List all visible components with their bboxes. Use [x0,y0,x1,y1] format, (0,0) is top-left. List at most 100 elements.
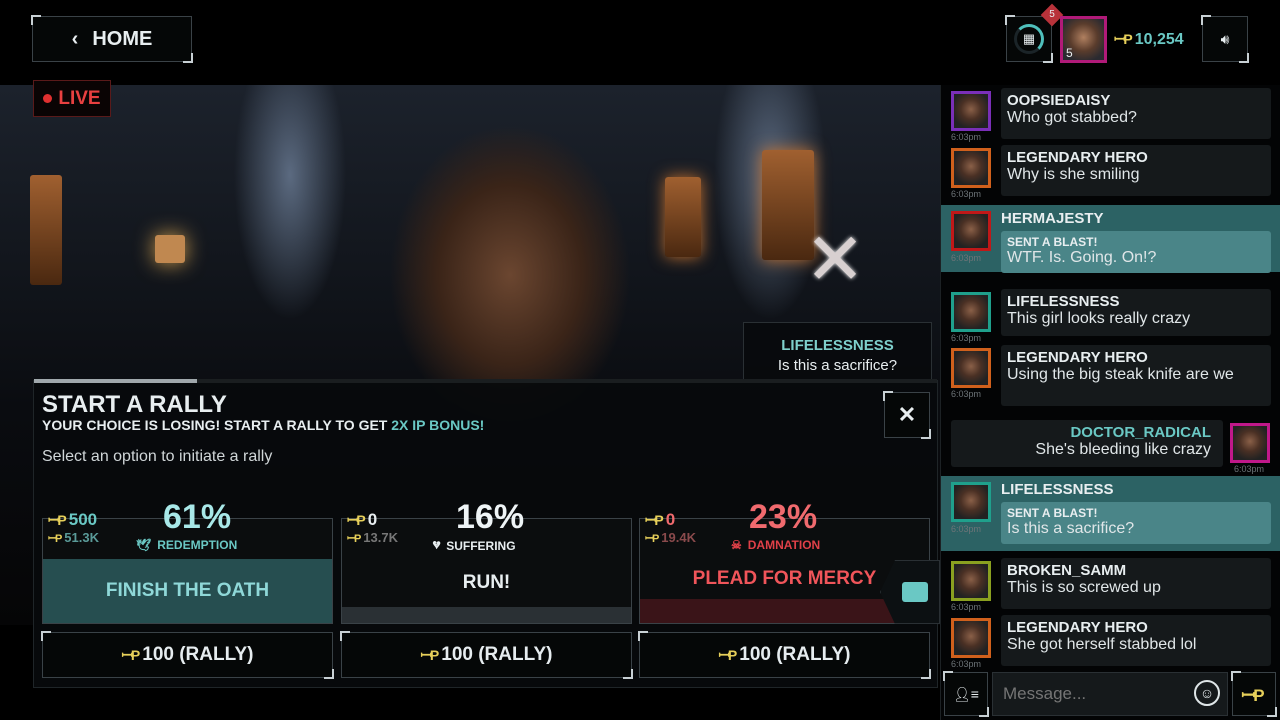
reaction-user: LIFELESSNESS [781,337,894,354]
chat-message: 6:03pm DOCTOR_RADICAL She's bleeding like … [941,418,1280,474]
user-avatar[interactable]: 5 [1060,16,1107,63]
message-time: 6:03pm [951,333,982,343]
option-percent: 23% [749,498,818,536]
ip-balance-value: 10,254 [1134,30,1184,48]
rally-instruction: Select an option to initiate a rally [42,448,273,465]
option-ip-total: 51.3K [64,530,99,545]
ip-icon: ꟷP [347,512,366,528]
ip-icon: ꟷP [645,533,659,545]
gift-icon: ▦ [1014,24,1044,54]
ip-balance: ꟷP 10,254 [1114,30,1184,49]
chat-avatar[interactable] [951,292,991,332]
message-time: 6:03pm [951,659,982,669]
message-time: 6:03pm [951,389,982,399]
chat-avatar[interactable] [951,148,991,188]
message-user: BROKEN_SAMM [1007,562,1127,579]
option-category: REDEMPTION [157,538,238,552]
chat-message: 6:03pm BROKEN_SAMM This is so screwed up [941,556,1280,613]
option-ip: 0 [665,510,676,529]
dove-icon: 🕊︎ [136,538,152,552]
rally-button[interactable]: ꟷP 100 (RALLY) [41,631,334,679]
rally-progress-bar [34,379,937,383]
option-label[interactable]: RUN! [342,559,631,623]
rally-button[interactable]: ꟷP 100 (RALLY) [638,631,931,679]
live-badge: LIVE [33,80,111,117]
chat-avatar[interactable] [951,482,991,522]
chat-message: 6:03pm HERMAJESTY SENT A BLAST! WTF. Is. G… [941,205,1280,273]
option-label[interactable]: FINISH THE OATH [43,559,332,623]
rally-button[interactable]: ꟷP 100 (RALLY) [340,631,633,679]
blast-label: SENT A BLAST! [1007,235,1098,249]
option-ip: 0 [367,510,378,529]
chat-avatar[interactable] [951,348,991,388]
live-label: LIVE [58,87,101,109]
ip-icon: ꟷP [1241,685,1264,705]
message-time: 6:03pm [951,602,982,612]
live-dot-icon [43,94,53,103]
message-user: LEGENDARY HERO [1007,149,1148,166]
message-text: She's bleeding like crazy [1035,441,1211,458]
close-icon: ✕ [897,402,917,427]
chat-message: 6:03pm LIFELESSNESS This girl looks really… [941,287,1280,343]
crossed-knife-icon: ✕ [804,220,866,300]
chat-message: 6:03pm OOPSIEDAISY Who got stabbed? [941,86,1280,143]
message-user: DOCTOR_RADICAL [1070,424,1211,441]
message-text: Using the big steak knife are we [1007,366,1234,383]
emoji-icon[interactable]: ☺ [1194,680,1220,706]
blast-label: SENT A BLAST! [1007,506,1098,520]
option-percent: 16% [456,498,525,536]
close-button[interactable]: ✕ [883,391,931,439]
message-time: 6:03pm [951,253,982,263]
subtitle-prefix: YOUR CHOICE IS LOSING! START A RALLY TO … [42,417,392,433]
message-time: 6:03pm [951,189,982,199]
message-time: 6:03pm [951,132,982,142]
message-user: HERMAJESTY [1001,210,1104,227]
rally-cost: 100 (RALLY) [739,644,851,665]
message-text: Who got stabbed? [1007,109,1137,126]
message-text: This is so screwed up [1007,579,1161,596]
home-label: HOME [92,27,153,50]
ip-icon: ꟷP [347,533,361,545]
sound-button[interactable]: 🔊︎ [1201,15,1249,63]
message-time: 6:03pm [1234,464,1265,474]
message-user: OOPSIEDAISY [1007,92,1111,109]
option-category: DAMNATION [747,538,821,552]
skull-icon: ☠ [731,538,742,552]
ip-icon: ꟷP [1114,31,1133,47]
message-text: She got herself stabbed lol [1007,636,1197,653]
chevron-left-icon: ‹ [71,27,79,50]
rally-title: START A RALLY [42,391,227,418]
message-user: LIFELESSNESS [1001,481,1114,498]
ip-icon: ꟷP [48,533,62,545]
contacts-button[interactable]: 👤︎≡ [943,671,989,717]
rally-panel: START A RALLY YOUR CHOICE IS LOSING! STA… [33,379,938,688]
chat-bubble-icon [902,582,928,602]
home-button[interactable]: ‹ HOME [31,15,193,63]
ip-icon: ꟷP [48,512,67,528]
rally-subtitle: YOUR CHOICE IS LOSING! START A RALLY TO … [42,417,484,433]
ip-tip-button[interactable]: ꟷP [1231,671,1277,717]
chat-message: 6:03pm LEGENDARY HERO Using the big steak … [941,343,1280,410]
chat-avatar[interactable] [1230,423,1270,463]
chat-avatar[interactable] [951,561,991,601]
user-list-icon: 👤︎≡ [953,685,979,702]
subtitle-highlight: 2X IP BONUS! [391,417,485,433]
chat-avatar[interactable] [951,618,991,658]
message-user: LIFELESSNESS [1007,293,1120,310]
option-ip-total: 13.7K [363,530,398,545]
notification-count: 5 [1049,9,1055,20]
chat-message: 6:03pm LIFELESSNESS SENT A BLAST! Is this … [941,476,1280,551]
message-input[interactable] [992,672,1228,716]
option-ip-total: 19.4K [661,530,696,545]
message-text: Is this a sacrifice? [1007,520,1135,537]
chat-avatar[interactable] [951,91,991,131]
chat-input-bar: 👤︎≡ ☺ ꟷP [940,670,1280,720]
chat-avatar[interactable] [951,211,991,251]
ip-icon: ꟷP [718,646,738,663]
broken-heart-icon: 💔︎ [433,538,441,552]
message-user: LEGENDARY HERO [1007,349,1148,366]
message-text: WTF. Is. Going. On!? [1007,249,1157,266]
ip-icon: ꟷP [121,646,141,663]
ip-icon: ꟷP [645,512,664,528]
message-text: Why is she smiling [1007,166,1140,183]
